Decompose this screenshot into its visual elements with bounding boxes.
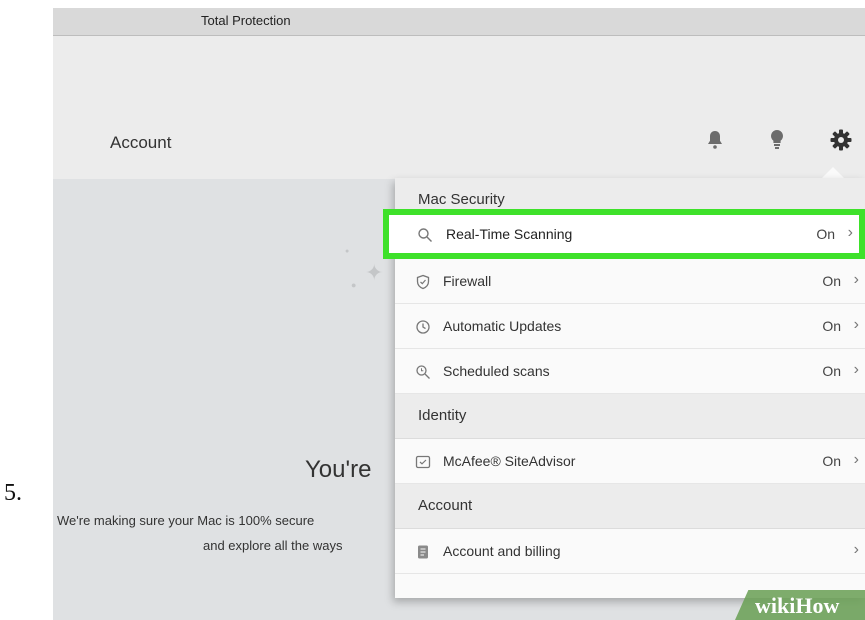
chevron-right-icon: › — [853, 361, 859, 378]
menu-item-label: Automatic Updates — [443, 318, 562, 334]
chevron-right-icon: › — [853, 541, 859, 558]
sparkle-icon: ✦ — [365, 260, 384, 285]
section-account: Account — [395, 484, 865, 529]
header-bar: Account — [53, 36, 865, 179]
title-bar: Total Protection — [53, 8, 865, 36]
search-icon — [418, 228, 432, 242]
bell-icon[interactable] — [703, 128, 727, 152]
gear-icon[interactable] — [829, 128, 853, 152]
menu-item-label: Real-Time Scanning — [446, 226, 573, 242]
menu-item-label: McAfee® SiteAdvisor — [443, 453, 576, 469]
menu-item-siteadvisor[interactable]: McAfee® SiteAdvisor On › — [395, 439, 865, 484]
menu-item-scheduled-scans[interactable]: Scheduled scans On › — [395, 349, 865, 394]
menu-item-real-time-scanning[interactable]: Real-Time Scanning On › — [383, 209, 865, 259]
chevron-right-icon: › — [853, 271, 859, 288]
chevron-right-icon: › — [847, 224, 853, 241]
section-title: Identity — [418, 407, 467, 424]
app-screenshot: Total Protection Account ✦ ● ● You're We… — [53, 8, 865, 620]
section-title: Account — [418, 497, 473, 514]
menu-item-status: On — [822, 273, 841, 289]
menu-item-firewall[interactable]: Firewall On › — [395, 259, 865, 304]
dot-icon: ● — [345, 248, 350, 255]
step-number: 5. — [4, 480, 22, 506]
window-title: Total Protection — [201, 13, 291, 28]
dot-icon: ● — [351, 280, 357, 290]
billing-icon — [418, 545, 428, 559]
siteadvisor-icon — [415, 455, 431, 469]
section-identity: Identity — [395, 394, 865, 439]
settings-menu: Mac Security Real-Time Scanning On › Fir… — [383, 178, 865, 598]
wikihow-watermark: wikiHow — [755, 593, 840, 618]
scan-icon — [416, 365, 430, 379]
menu-item-label: Scheduled scans — [443, 363, 550, 379]
chevron-right-icon: › — [853, 451, 859, 468]
shield-icon — [416, 274, 430, 290]
menu-item-status: On — [816, 226, 835, 242]
account-link[interactable]: Account — [110, 133, 171, 153]
status-subtext-2: and explore all the ways — [203, 538, 343, 553]
menu-item-status: On — [822, 363, 841, 379]
menu-item-label: Account and billing — [443, 543, 561, 559]
menu-item-automatic-updates[interactable]: Automatic Updates On › — [395, 304, 865, 349]
status-subtext: We're making sure your Mac is 100% secur… — [57, 513, 315, 528]
menu-item-label: Firewall — [443, 273, 492, 289]
clock-icon — [416, 320, 430, 334]
menu-item-status: On — [822, 318, 841, 334]
lightbulb-icon[interactable] — [765, 128, 789, 152]
chevron-right-icon: › — [853, 316, 859, 333]
status-headline: You're — [305, 456, 372, 483]
section-title: Mac Security — [418, 191, 505, 208]
menu-item-status: On — [822, 453, 841, 469]
menu-item-account-billing[interactable]: Account and billing › — [395, 529, 865, 574]
